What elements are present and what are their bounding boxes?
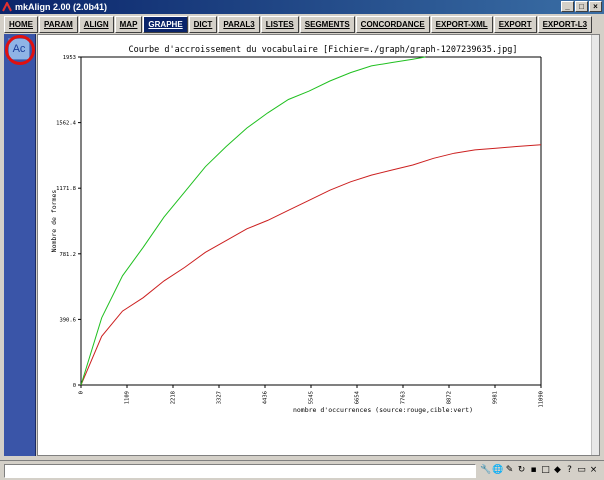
left-sidebar: Ac — [4, 34, 36, 456]
maximize-icon[interactable]: □ — [575, 1, 588, 12]
pencil-icon[interactable]: ✎ — [504, 464, 515, 477]
help-icon[interactable]: ? — [564, 464, 575, 477]
tool-icon[interactable]: 🔧 — [480, 464, 491, 477]
y-tick-label: 1562.4 — [56, 121, 77, 127]
ac-highlight-circle — [5, 35, 35, 65]
y-tick-label: 390.6 — [59, 317, 76, 323]
tab-export-xml[interactable]: EXPORT-XML — [430, 16, 493, 33]
disk-icon[interactable]: ▪ — [528, 464, 539, 477]
x-tick-label: 7763 — [401, 391, 407, 404]
y-tick-label: 1953 — [63, 55, 76, 61]
y-tick-label: 781.2 — [59, 252, 76, 258]
close-status-icon[interactable]: × — [588, 464, 599, 477]
tab-concordance[interactable]: CONCORDANCE — [355, 16, 430, 33]
tab-bar: HOME PARAM ALIGN MAP GRAPHE DICT PARAL3 … — [0, 14, 604, 33]
status-bar: 🔧 🌐 ✎ ↻ ▪ □ ◆ ? ▭ × — [0, 460, 604, 480]
tab-map[interactable]: MAP — [114, 16, 143, 33]
app-logo-icon — [2, 2, 12, 12]
window-controls: _ □ × — [561, 1, 602, 12]
x-tick-label: 11090 — [539, 391, 545, 408]
refresh-icon[interactable]: ↻ — [516, 464, 527, 477]
y-axis-label: Nombre de formes — [50, 190, 58, 253]
y-tick-label: 0 — [73, 383, 76, 389]
tab-home[interactable]: HOME — [4, 16, 38, 33]
series-source-line — [80, 144, 542, 386]
globe-icon[interactable]: 🌐 — [492, 464, 503, 477]
tab-export-l3[interactable]: EXPORT-L3 — [537, 16, 593, 33]
x-axis-label: nombre d'occurrences (source:rouge,cible… — [293, 406, 473, 414]
tab-export[interactable]: EXPORT — [493, 16, 537, 33]
tab-align[interactable]: ALIGN — [78, 16, 114, 33]
x-tick-label: 1109 — [125, 391, 131, 404]
close-icon[interactable]: × — [589, 1, 602, 12]
tab-graphe[interactable]: GRAPHE — [143, 16, 188, 33]
color-icon[interactable]: ◆ — [552, 464, 563, 477]
tab-param[interactable]: PARAM — [39, 16, 78, 33]
window-titlebar: mkAlign 2.00 (2.0b41) _ □ × — [0, 0, 604, 14]
status-input[interactable] — [4, 464, 476, 478]
chart-title: Courbe d'accroissement du vocabulaire [F… — [129, 45, 518, 55]
tab-segments[interactable]: SEGMENTS — [299, 16, 355, 33]
x-tick-label: 6654 — [355, 390, 361, 404]
x-tick-label: 0 — [79, 391, 85, 394]
window-icon[interactable]: ▭ — [576, 464, 587, 477]
x-tick-label: 5545 — [309, 391, 315, 404]
x-tick-label: 9981 — [493, 391, 499, 404]
series-target-line — [80, 56, 426, 386]
tab-dict[interactable]: DICT — [188, 16, 218, 33]
graph-panel: Courbe d'accroissement du vocabulaire [F… — [37, 34, 600, 456]
y-tick-label: 1171.8 — [56, 186, 76, 192]
x-tick-label: 2218 — [171, 391, 177, 404]
status-icons: 🔧 🌐 ✎ ↻ ▪ □ ◆ ? ▭ × — [480, 464, 599, 477]
vertical-scrollbar[interactable] — [591, 35, 599, 455]
x-tick-label: 3327 — [217, 391, 223, 404]
tab-listes[interactable]: LISTES — [260, 16, 299, 33]
x-tick-label: 4436 — [263, 391, 269, 404]
window-title: mkAlign 2.00 (2.0b41) — [15, 2, 108, 12]
vocabulary-growth-chart: Courbe d'accroissement du vocabulaire [F… — [50, 45, 545, 414]
minimize-icon[interactable]: _ — [561, 1, 574, 12]
tab-paral3[interactable]: PARAL3 — [218, 16, 260, 33]
x-tick-label: 8872 — [447, 391, 453, 404]
box-icon[interactable]: □ — [540, 464, 551, 477]
